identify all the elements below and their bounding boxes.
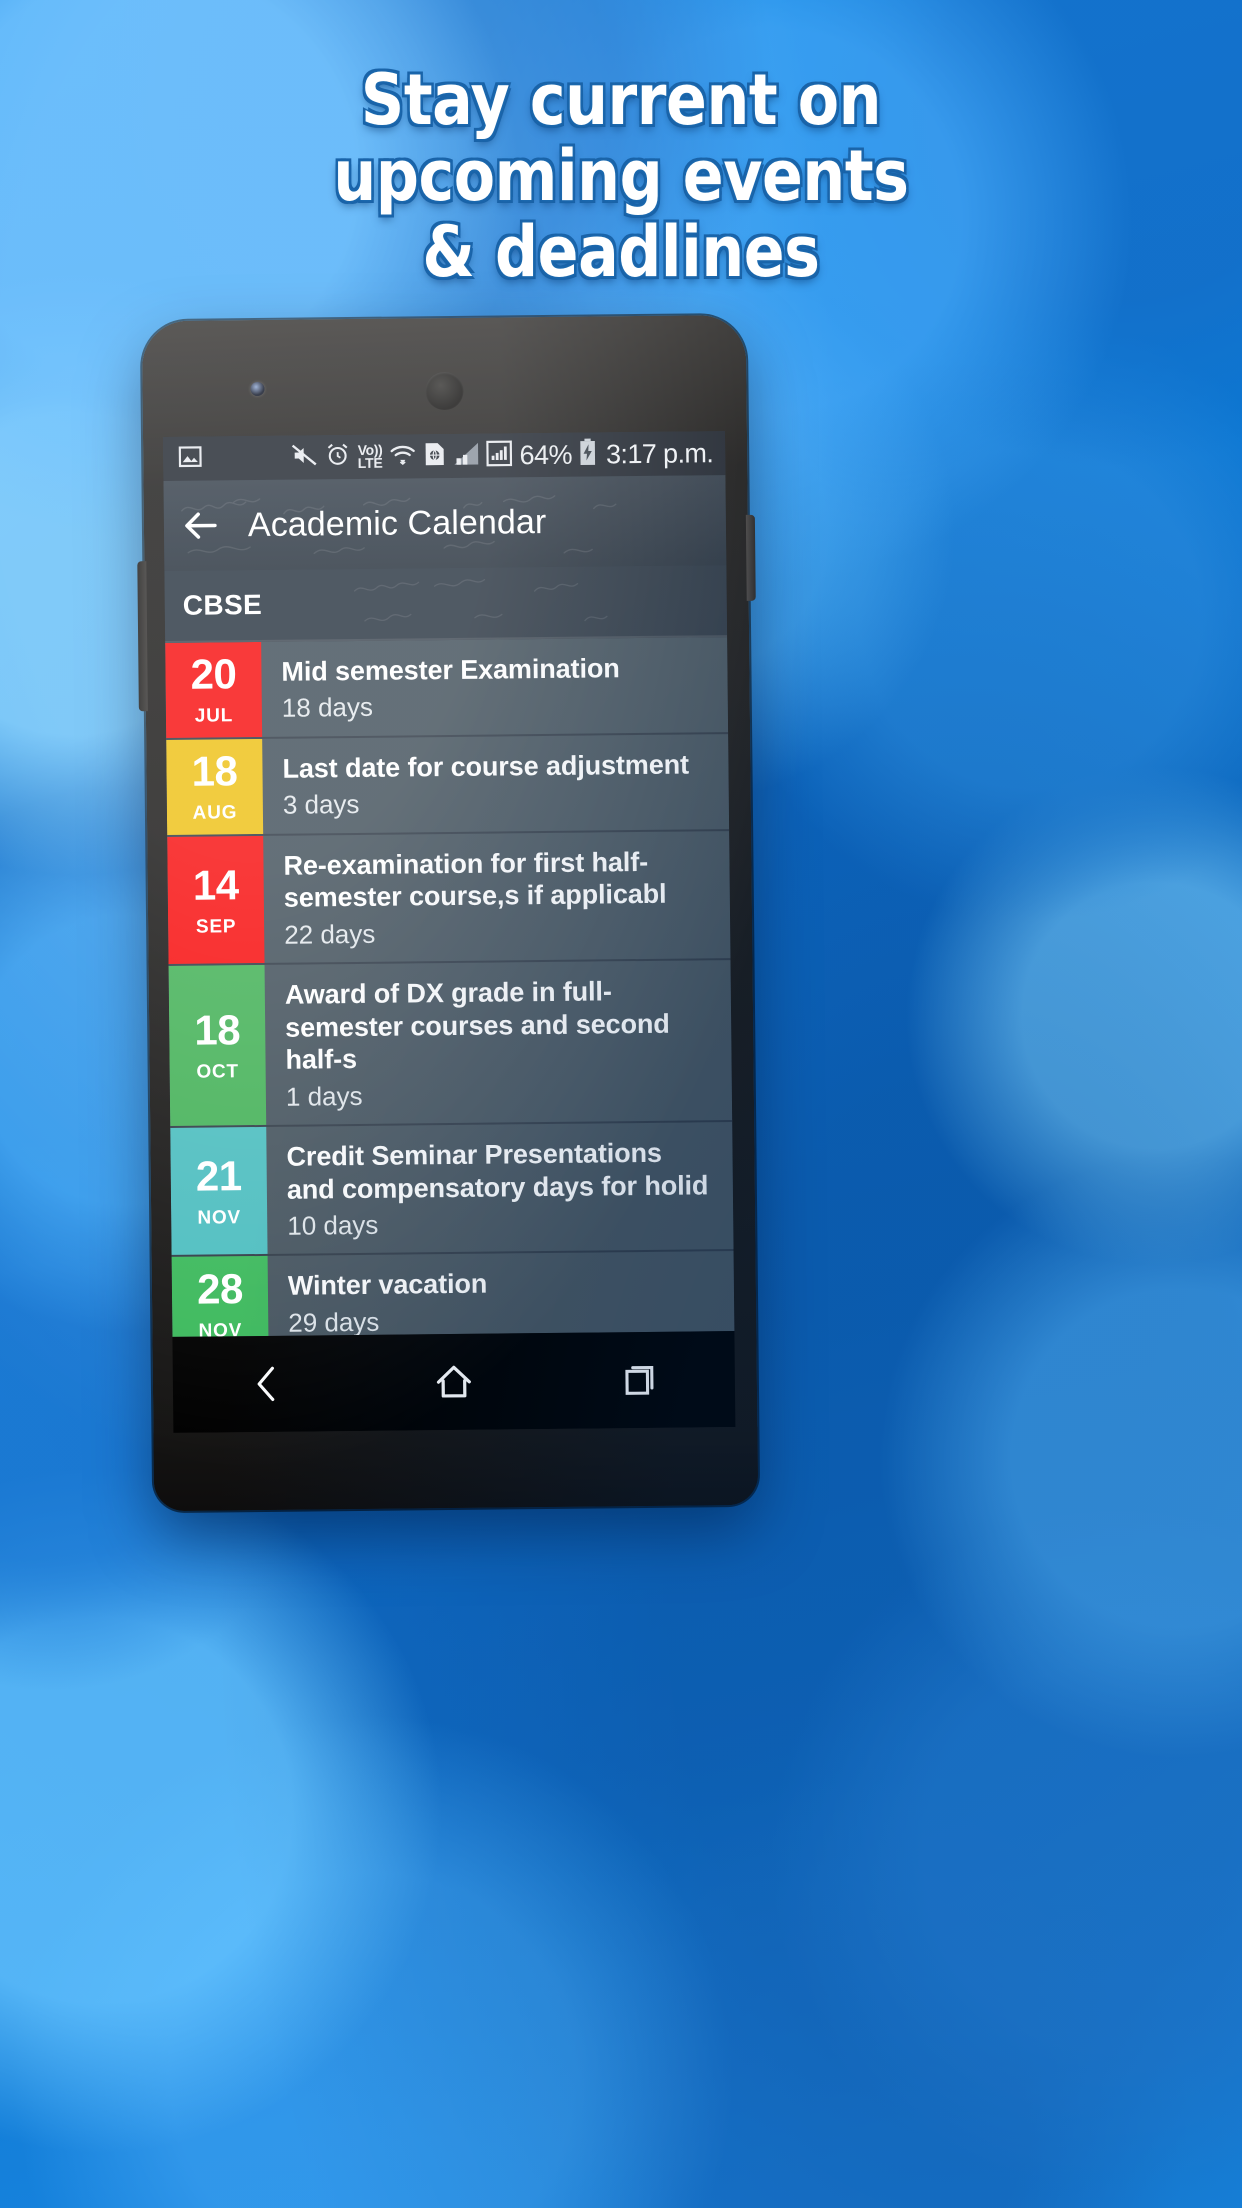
event-day: 18 — [194, 1006, 241, 1054]
event-day: 21 — [195, 1151, 242, 1200]
earpiece-speaker-icon — [425, 371, 464, 411]
event-body: Last date for course adjustment 3 days — [262, 734, 729, 834]
event-date-tile: 21 NOV — [170, 1127, 268, 1256]
headline-line-3: & deadlines — [422, 211, 820, 293]
status-bar: Vo)) LTE 64% 3:17 p.m. — [162, 431, 726, 481]
event-month: JUL — [194, 705, 234, 728]
promo-screenshot-stage: Stay current on upcoming events & deadli… — [0, 0, 1242, 2208]
event-day: 20 — [190, 650, 237, 699]
nav-home-button[interactable] — [428, 1356, 481, 1409]
front-camera-icon — [250, 381, 265, 397]
event-date-tile: 18 OCT — [168, 965, 267, 1127]
headline-line-2: upcoming events — [333, 135, 909, 217]
event-row[interactable]: 21 NOV Credit Seminar Presentations and co… — [170, 1122, 734, 1258]
headline-line-1: Stay current on — [360, 59, 882, 141]
event-row[interactable]: 28 NOV Winter vacation 29 days — [171, 1251, 735, 1337]
event-body: Credit Seminar Presentations and compens… — [266, 1122, 733, 1254]
event-row[interactable]: 18 AUG Last date for course adjustment 3 da… — [166, 734, 730, 837]
screenshot-image-icon — [177, 443, 203, 474]
event-row[interactable]: 14 SEP Re-examination for first half-semes… — [167, 831, 731, 967]
page-title: Academic Calendar — [247, 502, 547, 544]
event-title: Last date for course adjustment — [282, 749, 690, 784]
event-body: Award of DX grade in full-semester cours… — [265, 960, 733, 1125]
clock-label: 3:17 p.m. — [605, 437, 714, 469]
tab-cbse[interactable]: CBSE — [183, 589, 263, 622]
event-title: Award of DX grade in full-semester cours… — [284, 976, 670, 1075]
event-row[interactable]: 20 JUL Mid semester Examination 18 days — [165, 637, 729, 740]
event-duration: 22 days — [284, 918, 376, 950]
wifi-icon — [389, 442, 416, 471]
volume-buttons[interactable] — [137, 561, 148, 712]
event-duration: 10 days — [287, 1209, 379, 1241]
event-month: NOV — [198, 1320, 243, 1337]
android-nav-bar — [172, 1331, 736, 1433]
sim-data-icon — [423, 441, 446, 472]
signal-bars-sim2-icon — [486, 440, 513, 471]
event-date-tile: 18 AUG — [166, 738, 264, 835]
signal-bars-sim1-icon — [453, 441, 479, 470]
event-title: Credit Seminar Presentations and compens… — [286, 1137, 709, 1205]
event-day: 14 — [192, 860, 239, 909]
event-month: OCT — [196, 1061, 240, 1083]
event-body: Winter vacation 29 days — [268, 1252, 735, 1337]
event-body: Mid semester Examination 18 days — [261, 637, 728, 737]
battery-percent-label: 64% — [519, 439, 573, 470]
event-duration: 1 days — [285, 1080, 363, 1112]
power-button[interactable] — [745, 514, 756, 601]
event-body: Re-examination for first half-semester c… — [263, 831, 730, 963]
event-date-tile: 14 SEP — [167, 835, 265, 965]
battery-charging-icon — [579, 438, 596, 470]
app-bar: Academic Calendar — [163, 475, 727, 571]
event-day: 28 — [196, 1265, 244, 1313]
volume-mute-icon — [292, 443, 319, 472]
event-month: SEP — [195, 915, 237, 938]
event-list[interactable]: 20 JUL Mid semester Examination 18 days 18 AU… — [165, 637, 735, 1337]
phone-screen: Vo)) LTE 64% 3:17 p.m. Academic Calendar… — [162, 431, 735, 1337]
event-title: Re-examination for first half-semester c… — [283, 846, 667, 914]
back-arrow-icon[interactable] — [180, 504, 222, 546]
phone-device: Vo)) LTE 64% 3:17 p.m. Academic Calendar… — [137, 314, 759, 1512]
phone-bottom-bezel — [153, 1426, 759, 1512]
event-duration: 3 days — [282, 789, 360, 821]
event-month: NOV — [197, 1207, 242, 1229]
volte-icon: Vo)) LTE — [357, 441, 383, 471]
event-date-tile: 20 JUL — [165, 641, 263, 738]
event-day: 18 — [191, 747, 238, 796]
event-title: Winter vacation — [287, 1269, 488, 1302]
promo-headline: Stay current on upcoming events & deadli… — [0, 62, 1242, 290]
alarm-clock-icon — [326, 442, 351, 472]
event-row[interactable]: 18 OCT Award of DX grade in full-semester … — [168, 960, 733, 1129]
event-date-tile: 28 NOV — [171, 1256, 269, 1337]
event-duration: 18 days — [281, 692, 374, 724]
nav-recents-button[interactable] — [615, 1354, 668, 1407]
nav-back-button[interactable] — [240, 1358, 293, 1411]
tab-bar: CBSE — [164, 565, 728, 643]
event-title: Mid semester Examination — [281, 653, 620, 687]
event-month: AUG — [192, 802, 238, 825]
